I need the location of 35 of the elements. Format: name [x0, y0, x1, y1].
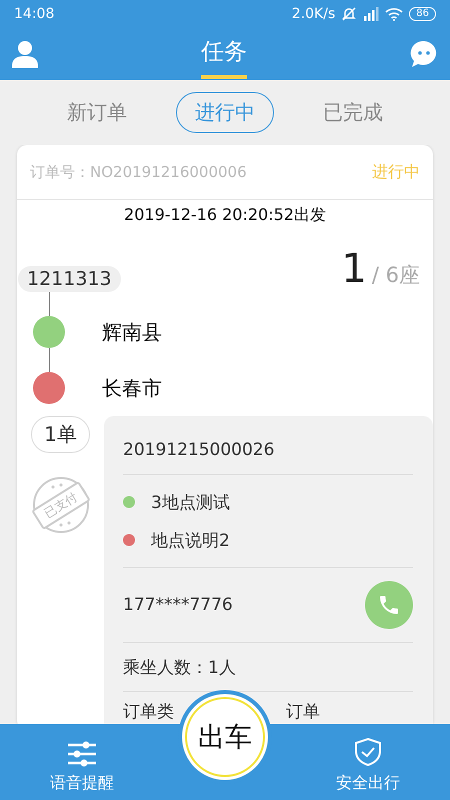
- user-icon[interactable]: [12, 40, 38, 68]
- order-tab[interactable]: 已完成: [304, 92, 402, 133]
- place-name: 3地点测试: [151, 492, 230, 514]
- status-time: 14:08: [14, 6, 54, 22]
- voice-reminder-button[interactable]: 语音提醒: [50, 741, 114, 794]
- network-speed: 2.0K/s: [292, 6, 336, 22]
- battery-level: 86: [409, 7, 436, 21]
- safe-travel-button[interactable]: 安全出行: [336, 737, 400, 794]
- departure-time: 2019-12-16 20:20:52出发: [123, 204, 327, 226]
- passenger-count: 乘坐人数：1人: [123, 656, 236, 678]
- order-type-end: 订单: [286, 700, 320, 722]
- order-tab[interactable]: 进行中: [176, 92, 274, 133]
- phone-icon: [377, 593, 401, 617]
- chat-icon[interactable]: [410, 40, 438, 68]
- shield-check-icon: [353, 737, 383, 767]
- order-status: 进行中: [372, 162, 420, 182]
- seats-taken: 1: [341, 246, 367, 292]
- order-type-start: 订单类: [123, 700, 174, 722]
- seats-total: / 6座: [372, 262, 420, 289]
- page-title: 任务: [201, 36, 247, 78]
- stop-name: 长春市: [102, 374, 162, 402]
- wifi-icon: [385, 7, 404, 21]
- sub-order-number: 20191215000026: [123, 440, 274, 460]
- paid-stamp: 已支付: [30, 480, 90, 530]
- order-count: 1单: [31, 416, 90, 453]
- route-code: 1211313: [18, 266, 121, 292]
- place-name: 地点说明2: [151, 530, 230, 552]
- stop-name: 辉南县: [102, 318, 162, 346]
- sliders-icon: [67, 741, 97, 767]
- mute-bell-icon: [341, 6, 358, 22]
- phone-number: 177****7776: [123, 595, 233, 615]
- order-number: 订单号：NO20191216000006: [30, 162, 247, 182]
- call-button[interactable]: [365, 581, 413, 629]
- signal-icon: [363, 7, 380, 21]
- order-tab[interactable]: 新订单: [48, 92, 146, 133]
